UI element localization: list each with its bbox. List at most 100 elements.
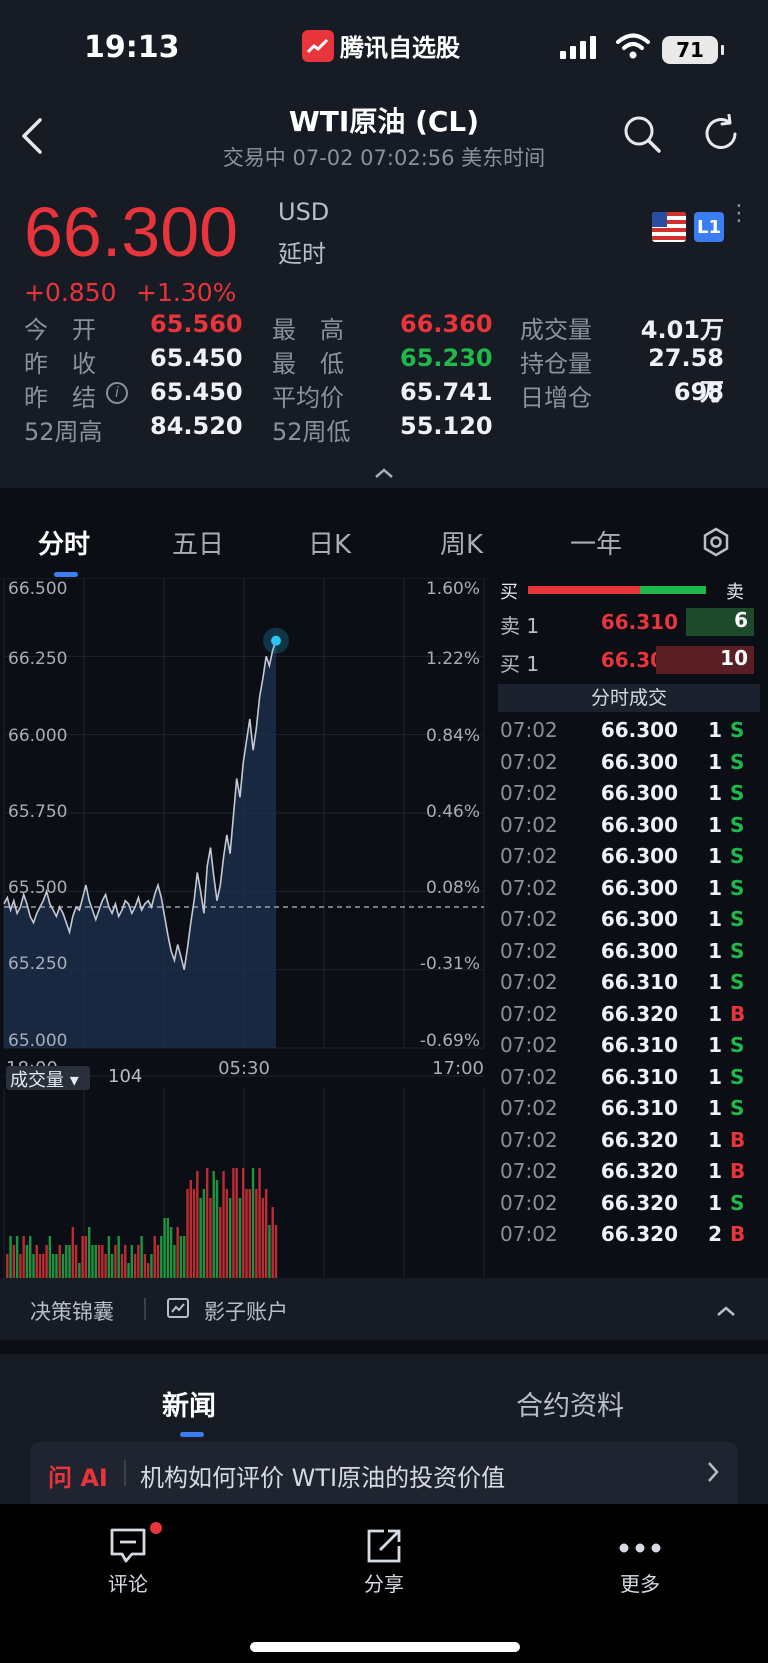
trade-qty: 1 (708, 1033, 722, 1057)
volume-bar (150, 1254, 153, 1278)
volume-bar (91, 1245, 94, 1278)
volume-bar (258, 1168, 261, 1278)
shadow-account-icon (166, 1296, 190, 1324)
trade-price: 66.300 (600, 749, 678, 774)
trade-side: S (730, 970, 745, 994)
trade-qty: 1 (708, 749, 722, 774)
stat-label: 平均价 (272, 384, 344, 412)
volume-bar (101, 1245, 104, 1278)
sell-strength-bar (640, 586, 706, 594)
trade-row: 07:02 66.310 1 S (498, 1031, 760, 1059)
trades-list[interactable]: 07:02 66.300 1 S 07:02 66.300 1 S 07:02 66.300 1 S 0… (498, 716, 760, 1242)
volume-bar (264, 1189, 268, 1278)
trade-side: B (730, 1159, 746, 1183)
search-icon[interactable] (622, 114, 662, 158)
more-vertical-icon[interactable]: ⋮ (728, 203, 750, 225)
trade-price: 66.300 (600, 844, 678, 868)
percent-tick-label: 0.84% (426, 726, 480, 746)
volume-bar (176, 1227, 179, 1278)
ask-qty: 6 (686, 608, 754, 636)
shadow-account-link[interactable]: 影子账户 (204, 1296, 288, 1326)
last-price-dot (271, 635, 281, 646)
decision-kit-link[interactable]: 决策锦囊 (30, 1296, 114, 1326)
volume-bar (205, 1168, 209, 1278)
nav-share[interactable]: 分享 (324, 1522, 444, 1597)
stat-label: 最 低 (272, 350, 344, 378)
trade-side: B (730, 1222, 746, 1242)
trade-row: 07:02 66.300 1 S (498, 716, 760, 744)
info-icon[interactable]: i (106, 382, 128, 404)
trade-row: 07:02 66.320 1 B (498, 1157, 760, 1185)
home-indicator (250, 1642, 520, 1652)
tab-intraday[interactable]: 分时 (38, 524, 90, 561)
us-flag-icon (652, 212, 686, 242)
trade-qty: 1 (708, 1096, 722, 1120)
volume-bar (232, 1168, 235, 1278)
level1-badge[interactable]: L1 (694, 212, 724, 242)
volume-bar (156, 1245, 160, 1278)
volume-bar (104, 1254, 107, 1278)
ai-tag: 问 AI (48, 1464, 108, 1492)
trade-row: 07:02 66.300 1 S (498, 874, 760, 902)
status-bar: 19:13 腾讯自选股 71 (0, 0, 768, 92)
stat-value: 65.230 (400, 344, 493, 372)
volume-bar (58, 1245, 61, 1278)
stat-label: 日增仓 (520, 384, 592, 412)
battery-level: 71 (676, 38, 704, 62)
volume-bar (143, 1254, 147, 1278)
trade-price: 66.310 (600, 1033, 678, 1057)
chevron-right-icon (706, 1460, 720, 1488)
volume-bar (251, 1168, 255, 1278)
carrier-text: 腾讯自选股 (340, 34, 460, 62)
refresh-icon[interactable] (702, 113, 742, 158)
tab-daily-k[interactable]: 日K (308, 524, 351, 561)
volume-bar (19, 1254, 22, 1278)
tab-news[interactable]: 新闻 (162, 1384, 216, 1423)
bottom-nav: 评论 分享 更多 (0, 1504, 768, 1663)
volume-label: 成交量 (10, 1070, 64, 1091)
trade-qty: 1 (708, 1159, 722, 1183)
chart-settings-icon[interactable] (700, 526, 732, 562)
tab-one-year[interactable]: 一年 (570, 524, 622, 561)
trade-side: S (730, 718, 745, 742)
nav-comment[interactable]: 评论 (68, 1522, 188, 1597)
trade-side: B (730, 1001, 746, 1026)
share-icon (324, 1522, 444, 1568)
signal-icon (560, 36, 596, 59)
trade-qty: 1 (708, 844, 722, 868)
stat-label: 最 高 (272, 316, 344, 344)
expand-chevron-icon[interactable] (716, 1302, 736, 1321)
ai-prompt-card[interactable]: 问 AI 机构如何评价 WTI原油的投资价值 (30, 1442, 738, 1504)
trade-price: 66.300 (600, 938, 678, 963)
tab-contract-info[interactable]: 合约资料 (516, 1384, 624, 1423)
tab-five-day[interactable]: 五日 (172, 524, 224, 561)
trade-row: 07:02 66.310 1 S (498, 968, 760, 996)
volume-selector[interactable]: 成交量 ▾ (6, 1066, 90, 1091)
volume-bar (153, 1236, 156, 1278)
trade-side: S (730, 781, 745, 805)
volume-bar (212, 1171, 215, 1278)
intraday-chart[interactable]: 66.500 66.250 66.000 65.750 65.500 65.250 65.0… (0, 578, 490, 1278)
trade-time: 07:02 (500, 907, 558, 931)
volume-bar (196, 1171, 199, 1278)
volume-bar (160, 1236, 163, 1278)
stat-label: 52周高 (24, 418, 103, 446)
volume-bar (110, 1254, 114, 1278)
trade-price: 66.300 (600, 781, 678, 805)
trade-time: 07:02 (500, 875, 558, 900)
stat-value: 65.450 (150, 344, 243, 372)
volume-bar (81, 1236, 84, 1278)
percent-tick-label: -0.31% (420, 954, 480, 974)
trade-row: 07:02 66.300 1 S (498, 905, 760, 933)
trade-price: 66.310 (600, 1096, 678, 1120)
collapse-chevron-icon[interactable] (374, 464, 394, 483)
trades-title: 分时成交 (498, 684, 760, 712)
volume-bar (114, 1245, 117, 1278)
nav-more[interactable]: 更多 (580, 1522, 700, 1597)
trade-side: S (730, 875, 745, 900)
trade-time: 07:02 (500, 812, 558, 837)
volume-bar (219, 1207, 222, 1278)
stat-label: 今 开 (24, 316, 96, 344)
divider (144, 1298, 146, 1320)
tab-weekly-k[interactable]: 周K (440, 524, 483, 561)
